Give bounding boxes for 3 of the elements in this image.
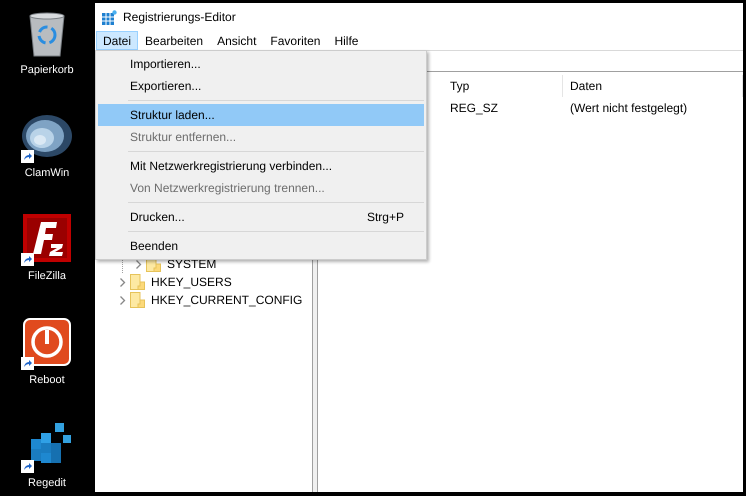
window-title: Registrierungs-Editor xyxy=(123,10,236,24)
table-cell-text: REG_SZ xyxy=(449,100,500,117)
table-cell-text: (Wert nicht festgelegt) xyxy=(569,100,688,117)
